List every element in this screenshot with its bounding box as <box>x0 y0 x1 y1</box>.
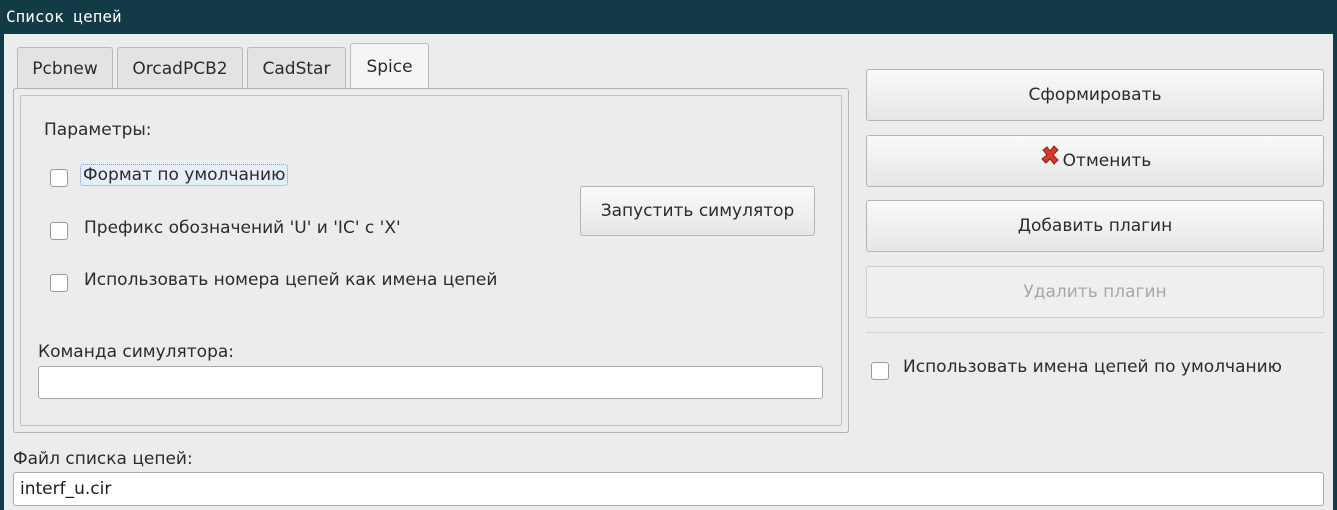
remove-plugin-button[interactable]: Удалить плагин <box>866 266 1324 318</box>
cancel-button[interactable]: Отменить <box>866 135 1324 187</box>
sim-command-label: Команда симулятора: <box>38 342 235 362</box>
params-heading: Параметры: <box>44 120 152 140</box>
separator <box>866 332 1324 333</box>
cancel-label: Отменить <box>1062 151 1152 171</box>
net-numbers-label[interactable]: Использовать номера цепей как имена цепе… <box>84 270 497 290</box>
default-net-names-label[interactable]: Использовать имена цепей по умолчанию <box>903 357 1282 377</box>
run-simulator-button[interactable]: Запустить симулятор <box>580 186 815 236</box>
window-title: Список цепей <box>0 0 1337 34</box>
netlist-file-input[interactable]: interf_u.cir <box>13 472 1324 506</box>
tab-pcbnew[interactable]: Pcbnew <box>17 47 113 89</box>
net-numbers-checkbox[interactable] <box>50 274 68 292</box>
window-frame-right <box>1333 34 1337 510</box>
add-plugin-button[interactable]: Добавить плагин <box>866 200 1324 252</box>
sim-command-input[interactable] <box>38 366 823 399</box>
window-frame-left <box>0 34 4 510</box>
red-x-icon <box>1039 136 1061 186</box>
netlist-file-label: Файл списка цепей: <box>13 449 193 469</box>
default-format-label[interactable]: Формат по умолчанию <box>80 164 289 186</box>
generate-button[interactable]: Сформировать <box>866 69 1324 121</box>
prefix-references-label[interactable]: Префикс обозначений 'U' и 'IC' с 'X' <box>84 218 401 238</box>
default-net-names-checkbox[interactable] <box>871 362 889 380</box>
prefix-references-checkbox[interactable] <box>50 222 68 240</box>
tab-cadstar[interactable]: CadStar <box>247 47 346 89</box>
tab-orcadpcb2[interactable]: OrcadPCB2 <box>117 47 243 89</box>
tab-spice[interactable]: Spice <box>350 43 429 91</box>
default-format-checkbox[interactable] <box>50 169 68 187</box>
